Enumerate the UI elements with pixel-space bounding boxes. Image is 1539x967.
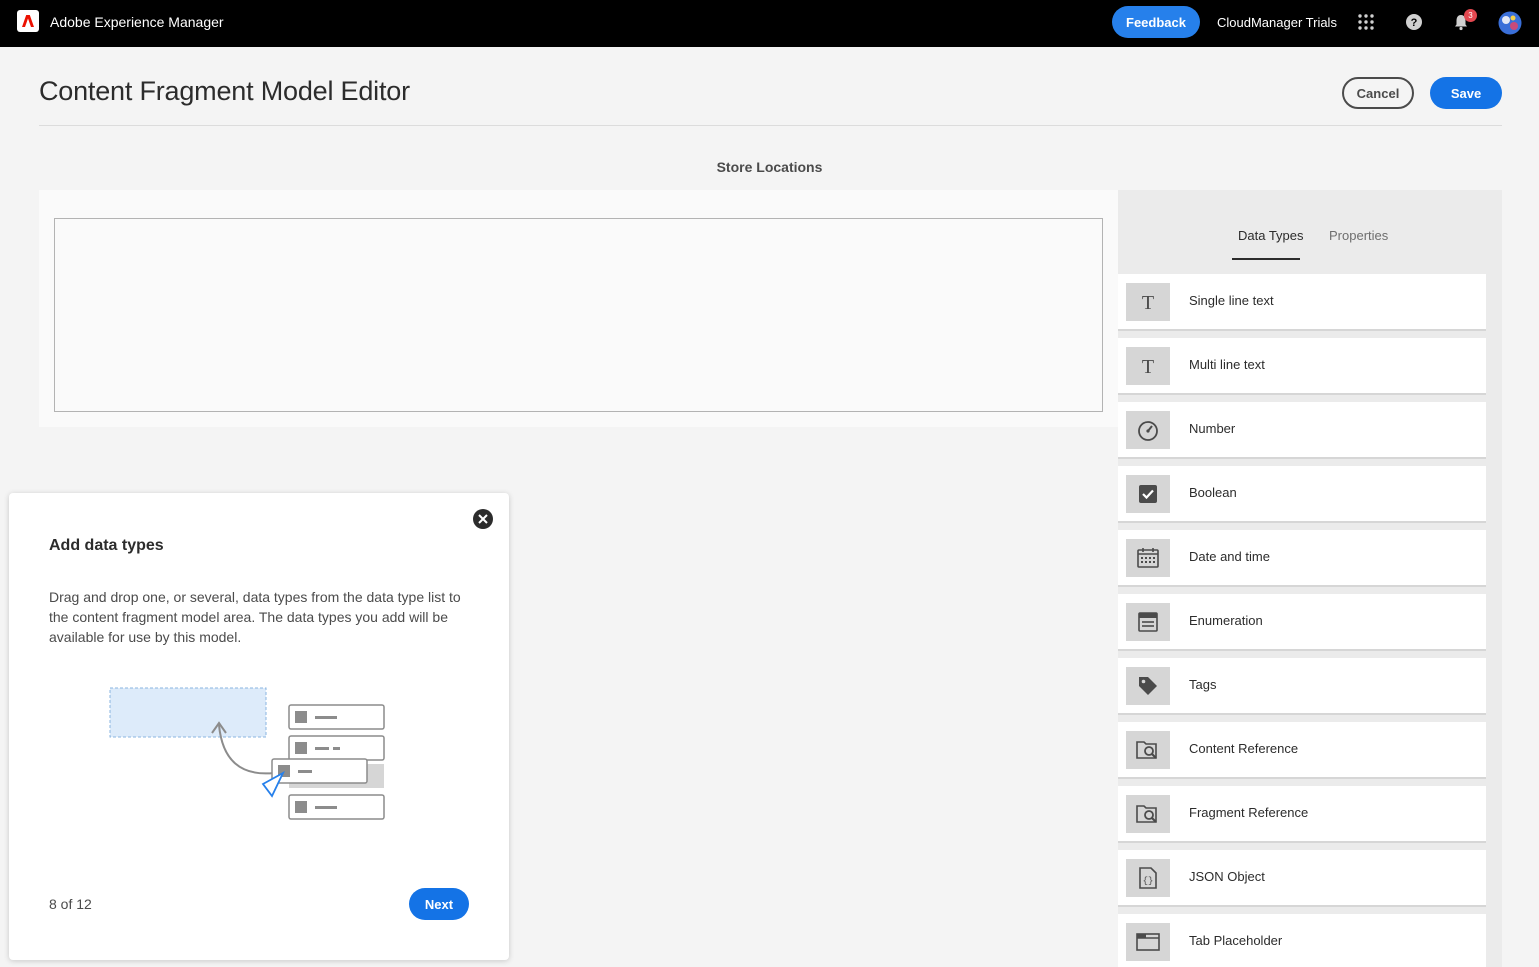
tab-properties[interactable]: Properties bbox=[1329, 228, 1388, 243]
active-tab-indicator bbox=[1232, 258, 1300, 260]
calendar-icon bbox=[1126, 539, 1170, 577]
adobe-logo-icon[interactable] bbox=[17, 10, 39, 32]
data-type-label: Content Reference bbox=[1189, 741, 1299, 756]
coachmark-body: Drag and drop one, or several, data type… bbox=[49, 589, 461, 645]
drag-and-drop-illustration bbox=[109, 683, 389, 823]
data-type-fragment-reference[interactable]: Fragment Reference bbox=[1118, 786, 1486, 843]
data-type-label: Tags bbox=[1189, 677, 1217, 692]
text-icon: T bbox=[1126, 347, 1170, 385]
top-shell-bar: Adobe Experience Manager Feedback CloudM… bbox=[0, 0, 1539, 47]
svg-text:?: ? bbox=[1411, 17, 1418, 29]
svg-text:{}: {} bbox=[1143, 876, 1154, 886]
data-type-tab-placeholder[interactable]: Tab Placeholder bbox=[1118, 914, 1486, 967]
checkbox-icon bbox=[1126, 475, 1170, 513]
svg-text:T: T bbox=[1142, 292, 1154, 312]
next-button[interactable]: Next bbox=[409, 888, 469, 920]
data-type-json-object[interactable]: {} JSON Object bbox=[1118, 850, 1486, 907]
help-icon[interactable]: ? bbox=[1404, 12, 1424, 32]
svg-text:T: T bbox=[1142, 356, 1154, 376]
user-avatar[interactable] bbox=[1498, 11, 1522, 35]
tab-data-types[interactable]: Data Types bbox=[1238, 228, 1304, 243]
data-type-label: Multi line text bbox=[1189, 357, 1265, 372]
data-type-content-reference[interactable]: Content Reference bbox=[1118, 722, 1486, 779]
data-type-label: Single line text bbox=[1189, 293, 1274, 308]
data-type-single-line-text[interactable]: T Single line text bbox=[1118, 274, 1486, 331]
notification-count-badge: 3 bbox=[1464, 9, 1477, 22]
tag-icon bbox=[1126, 667, 1170, 705]
model-name: Store Locations bbox=[716, 159, 823, 175]
close-icon[interactable] bbox=[472, 508, 494, 530]
data-type-label: Enumeration bbox=[1189, 613, 1263, 628]
data-type-label: Number bbox=[1189, 421, 1236, 436]
text-icon: T bbox=[1126, 283, 1170, 321]
save-button[interactable]: Save bbox=[1430, 77, 1502, 109]
data-type-tags[interactable]: Tags bbox=[1118, 658, 1486, 715]
data-type-label: JSON Object bbox=[1189, 869, 1265, 884]
coachmark-title: Add data types bbox=[49, 537, 164, 554]
apps-grid-icon[interactable] bbox=[1356, 12, 1376, 32]
app-title[interactable]: Adobe Experience Manager bbox=[50, 14, 224, 30]
data-type-multi-line-text[interactable]: T Multi line text bbox=[1118, 338, 1486, 395]
data-type-label: Tab Placeholder bbox=[1189, 933, 1283, 948]
coachmark-step-counter: 8 of 12 bbox=[49, 896, 92, 912]
header-divider bbox=[39, 125, 1502, 126]
data-type-label: Boolean bbox=[1189, 485, 1237, 500]
folder-search-icon bbox=[1126, 731, 1170, 769]
data-type-drop-zone[interactable] bbox=[54, 218, 1103, 412]
json-file-icon: {} bbox=[1126, 859, 1170, 897]
folder-search-icon bbox=[1126, 795, 1170, 833]
onboarding-coachmark: Add data types Drag and drop one, or sev… bbox=[9, 493, 509, 960]
page-title: Content Fragment Model Editor bbox=[39, 76, 410, 106]
tab-window-icon bbox=[1126, 923, 1170, 961]
cancel-button[interactable]: Cancel bbox=[1342, 77, 1414, 109]
feedback-button[interactable]: Feedback bbox=[1112, 6, 1200, 38]
data-type-date-and-time[interactable]: Date and time bbox=[1118, 530, 1486, 587]
list-icon bbox=[1126, 603, 1170, 641]
gauge-icon bbox=[1126, 411, 1170, 449]
data-type-label: Fragment Reference bbox=[1189, 805, 1309, 820]
data-type-number[interactable]: Number bbox=[1118, 402, 1486, 459]
data-type-enumeration[interactable]: Enumeration bbox=[1118, 594, 1486, 651]
data-type-boolean[interactable]: Boolean bbox=[1118, 466, 1486, 523]
org-switcher[interactable]: CloudManager Trials bbox=[1217, 15, 1337, 30]
data-type-label: Date and time bbox=[1189, 549, 1270, 564]
